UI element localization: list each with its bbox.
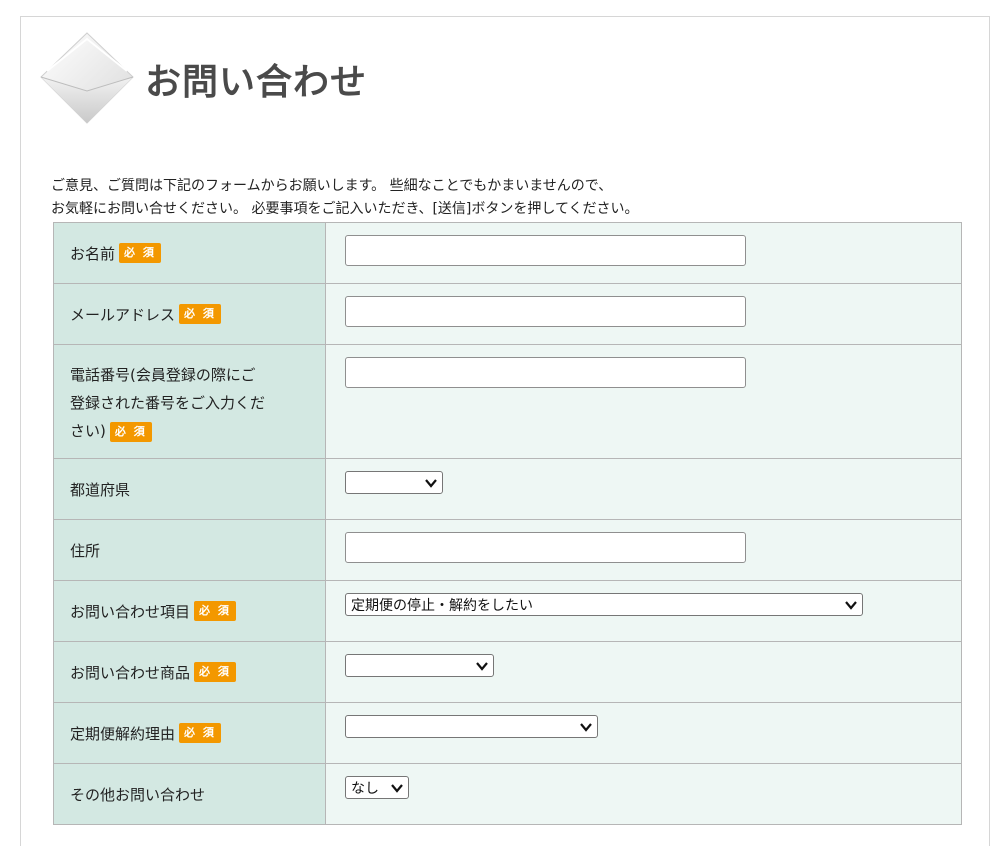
row-inquiry-product: お問い合わせ商品 必 須 xyxy=(53,641,962,703)
row-email: メールアドレス 必 須 xyxy=(53,283,962,345)
phone-label-line-2: 登録された番号をご入力くだ xyxy=(70,394,266,412)
required-badge: 必 須 xyxy=(119,243,161,263)
phone-label-line-3: さい) xyxy=(70,422,106,440)
required-badge: 必 須 xyxy=(179,304,221,324)
label-cell: お問い合わせ商品 必 須 xyxy=(53,641,326,703)
phone-input[interactable] xyxy=(345,357,746,388)
field-cell xyxy=(325,641,962,703)
row-cancel-reason: 定期便解約理由 必 須 xyxy=(53,702,962,764)
inquiry-item-select[interactable]: 定期便の停止・解約をしたい xyxy=(345,593,863,616)
label-cell: 都道府県 xyxy=(53,458,326,520)
label-cell: お名前 必 須 xyxy=(53,222,326,284)
page-title: お問い合わせ xyxy=(145,62,368,103)
label-cell: 定期便解約理由 必 須 xyxy=(53,702,326,764)
intro-line-1: ご意見、ご質問は下記のフォームからお願いします。 些細なことでもかまいませんので… xyxy=(51,178,613,194)
intro-text: ご意見、ご質問は下記のフォームからお願いします。 些細なことでもかまいませんので… xyxy=(51,175,639,221)
field-cell xyxy=(325,222,962,284)
field-cell: なし xyxy=(325,763,962,825)
required-badge: 必 須 xyxy=(179,723,221,743)
row-inquiry-item: お問い合わせ項目 必 須 定期便の停止・解約をしたい xyxy=(53,580,962,642)
other-inquiry-selected: なし xyxy=(351,780,379,797)
cancel-reason-select[interactable] xyxy=(345,715,598,738)
required-badge: 必 須 xyxy=(194,662,236,682)
required-badge: 必 須 xyxy=(194,601,236,621)
required-badge: 必 須 xyxy=(109,421,152,442)
label-cell: お問い合わせ項目 必 須 xyxy=(53,580,326,642)
phone-label-line-1: 電話番号(会員登録の際にご xyxy=(70,366,256,384)
field-cell xyxy=(325,344,962,459)
row-address: 住所 xyxy=(53,519,962,581)
contact-panel: お問い合わせ ご意見、ご質問は下記のフォームからお願いします。 些細なことでもか… xyxy=(20,16,990,846)
row-phone: 電話番号(会員登録の際にご 登録された番号をご入力くだ さい) 必 須 xyxy=(53,344,962,459)
chevron-down-icon xyxy=(580,722,592,732)
label-cell: その他お問い合わせ xyxy=(53,763,326,825)
page-header: お問い合わせ xyxy=(39,31,367,127)
other-inquiry-label: その他お問い合わせ xyxy=(70,785,206,804)
field-cell xyxy=(325,458,962,520)
address-input[interactable] xyxy=(345,532,746,563)
cancel-reason-label: 定期便解約理由 xyxy=(70,724,176,743)
chevron-down-icon xyxy=(845,600,857,610)
chevron-down-icon xyxy=(425,478,437,488)
address-label: 住所 xyxy=(70,541,101,560)
label-cell: 電話番号(会員登録の際にご 登録された番号をご入力くだ さい) 必 須 xyxy=(53,344,326,459)
field-cell xyxy=(325,283,962,345)
contact-form: お名前 必 須 メールアドレス 必 須 電話番号(会員登録の際にご 登録された番… xyxy=(53,222,962,825)
inquiry-product-select[interactable] xyxy=(345,654,494,677)
other-inquiry-select[interactable]: なし xyxy=(345,776,409,799)
prefecture-select[interactable] xyxy=(345,471,443,494)
envelope-icon xyxy=(39,31,135,127)
name-input[interactable] xyxy=(345,235,746,266)
chevron-down-icon xyxy=(476,661,488,671)
field-cell: 定期便の停止・解約をしたい xyxy=(325,580,962,642)
row-name: お名前 必 須 xyxy=(53,222,962,284)
inquiry-item-selected: 定期便の停止・解約をしたい xyxy=(351,597,533,614)
intro-line-2: お気軽にお問い合せください。 必要事項をご記入いただき、[送信]ボタンを押してく… xyxy=(51,201,639,217)
email-label: メールアドレス xyxy=(70,305,176,324)
inquiry-product-label: お問い合わせ商品 xyxy=(70,663,191,682)
label-cell: 住所 xyxy=(53,519,326,581)
row-prefecture: 都道府県 xyxy=(53,458,962,520)
chevron-down-icon xyxy=(391,783,403,793)
row-other-inquiry: その他お問い合わせ なし xyxy=(53,763,962,825)
email-input[interactable] xyxy=(345,296,746,327)
label-cell: メールアドレス 必 須 xyxy=(53,283,326,345)
inquiry-item-label: お問い合わせ項目 xyxy=(70,602,191,621)
name-label: お名前 xyxy=(70,244,116,263)
prefecture-label: 都道府県 xyxy=(70,480,131,499)
field-cell xyxy=(325,702,962,764)
field-cell xyxy=(325,519,962,581)
